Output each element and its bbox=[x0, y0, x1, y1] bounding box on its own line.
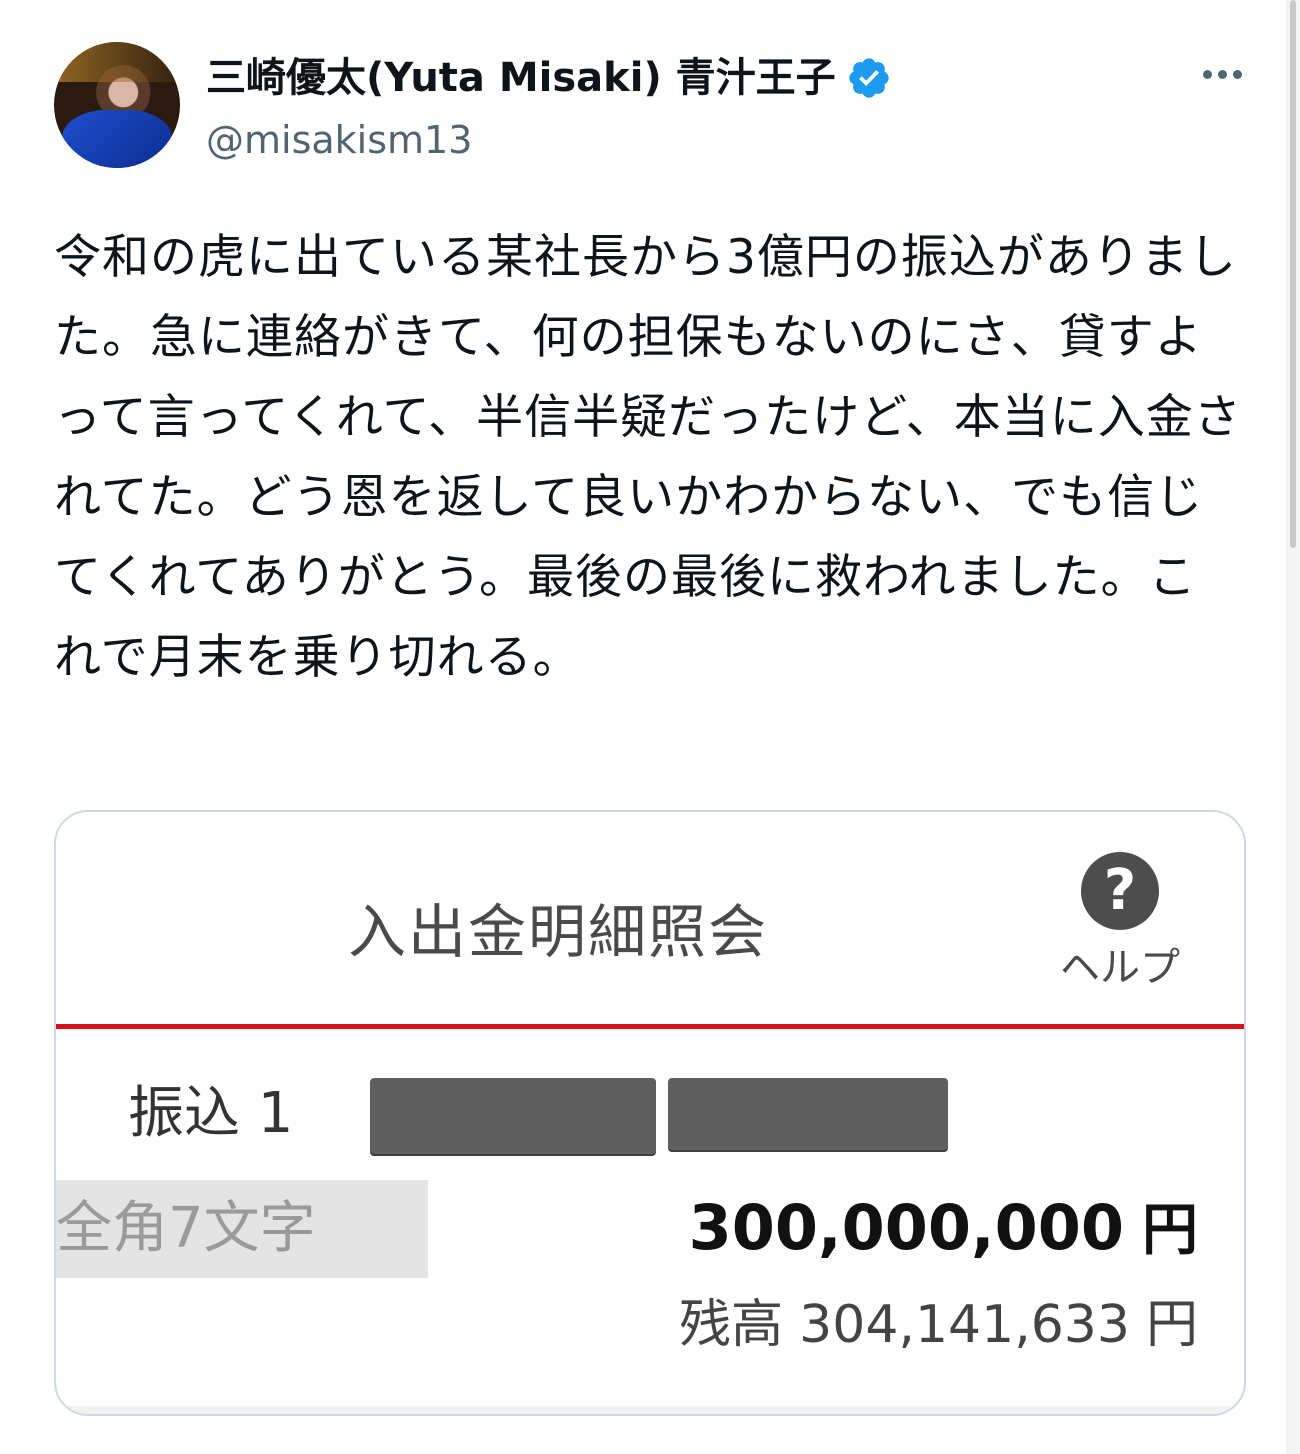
avatar[interactable] bbox=[54, 42, 180, 168]
tweet-header: 三崎優太(Yuta Misaki) 青汁王子 @misakism13 bbox=[54, 42, 1250, 172]
name-field: 全角7文字 bbox=[56, 1180, 428, 1278]
more-horizontal-icon bbox=[1232, 69, 1242, 79]
tweet-text: 令和の虎に出ている某社長から3億円の振込がありました。急に連絡がきて、何の担保も… bbox=[54, 230, 1242, 685]
avatar-background bbox=[54, 42, 180, 82]
balance-unit: 円 bbox=[1145, 1295, 1198, 1355]
display-name[interactable]: 三崎優太(Yuta Misaki) 青汁王子 bbox=[206, 50, 836, 106]
transfer-amount-unit: 円 bbox=[1142, 1198, 1198, 1263]
verified-badge-icon bbox=[849, 58, 889, 98]
balance-row: 残高 304,141,633 円 bbox=[679, 1290, 1198, 1360]
redacted-name-block bbox=[370, 1078, 656, 1154]
help-label: ヘルプ bbox=[1060, 945, 1180, 991]
transfer-label: 振込 1 bbox=[128, 1081, 294, 1146]
user-handle[interactable]: @misakism13 bbox=[206, 114, 472, 166]
transfer-amount: 300,000,000 bbox=[688, 1191, 1124, 1264]
tweet-media-image[interactable]: 入出金明細照会 ? ヘルプ 振込 1 全角7文字 300,000,000 円 残… bbox=[54, 810, 1246, 1416]
more-horizontal-icon bbox=[1202, 69, 1212, 79]
scrollbar-track[interactable] bbox=[1286, 0, 1300, 1454]
name-field-placeholder: 全角7文字 bbox=[56, 1196, 316, 1261]
help-button[interactable]: ? ヘルプ bbox=[1056, 852, 1184, 1002]
redacted-name-block bbox=[668, 1078, 948, 1150]
card-bottom-edge bbox=[56, 1406, 1244, 1414]
balance-label: 残高 bbox=[679, 1295, 784, 1355]
question-circle-icon: ? bbox=[1081, 852, 1159, 930]
more-horizontal-icon bbox=[1217, 69, 1227, 79]
header-divider bbox=[56, 1024, 1244, 1029]
display-name-row: 三崎優太(Yuta Misaki) 青汁王子 bbox=[206, 50, 892, 106]
more-options-button[interactable] bbox=[1194, 56, 1250, 92]
transfer-amount-row: 300,000,000 円 bbox=[689, 1188, 1198, 1271]
scrollbar-thumb[interactable] bbox=[1290, 0, 1296, 548]
statement-title: 入出金明細照会 bbox=[348, 898, 769, 966]
balance-value: 304,141,633 bbox=[799, 1295, 1130, 1355]
avatar-figure bbox=[62, 110, 172, 168]
statement-header: 入出金明細照会 ? ヘルプ bbox=[56, 812, 1244, 1024]
